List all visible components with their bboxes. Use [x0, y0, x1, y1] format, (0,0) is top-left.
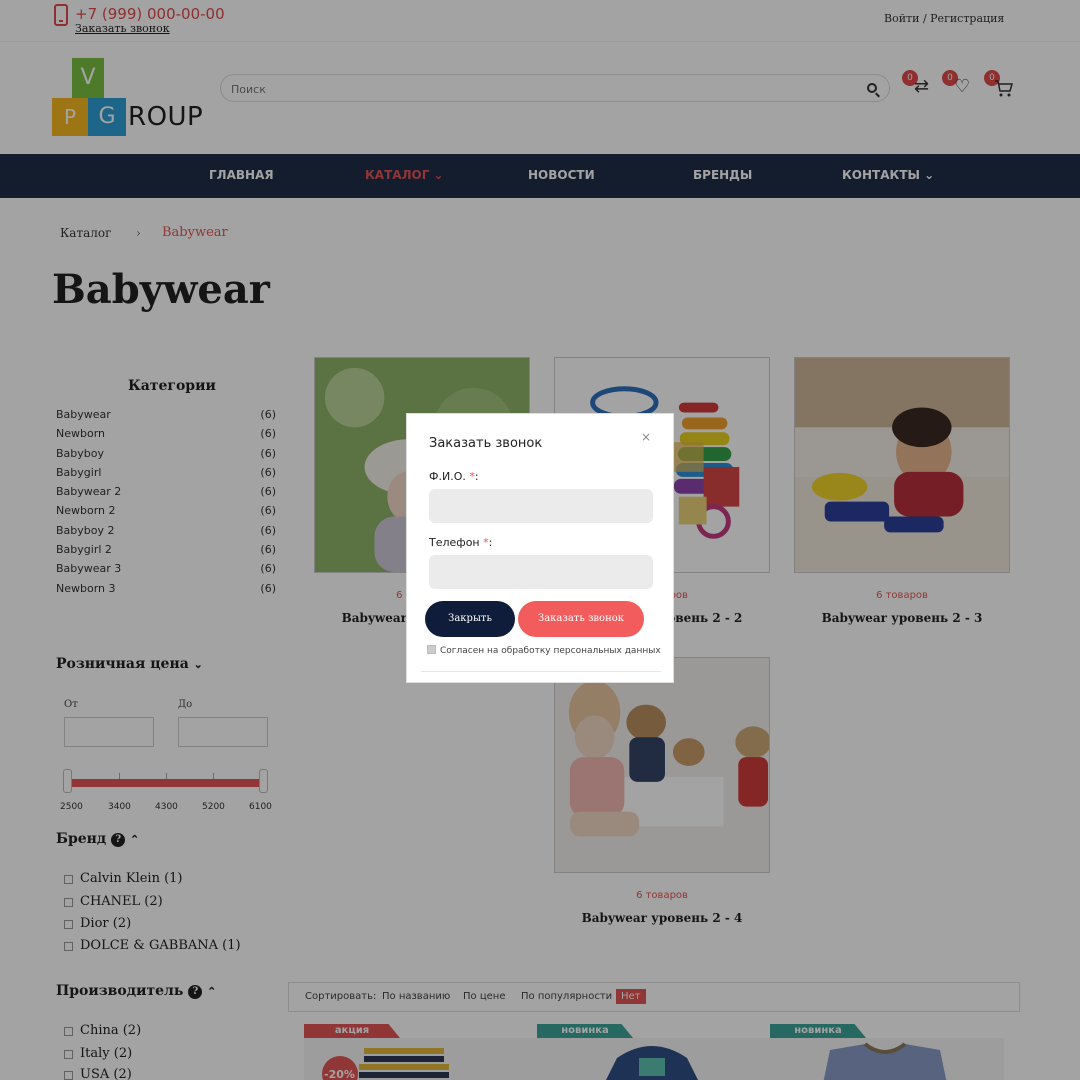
name-field-label: Ф.И.О. *:	[429, 470, 479, 483]
phone-input[interactable]	[429, 555, 653, 589]
consent-checkbox[interactable]	[427, 645, 436, 654]
label-colon: :	[474, 470, 479, 483]
close-button[interactable]: Закрыть	[425, 601, 515, 637]
name-input[interactable]	[429, 489, 653, 523]
close-icon[interactable]: ×	[641, 430, 651, 444]
name-label-text: Ф.И.О.	[429, 470, 466, 483]
modal-title: Заказать звонок	[429, 436, 543, 451]
phone-field-label: Телефон *:	[429, 536, 492, 549]
phone-label-text: Телефон	[429, 536, 480, 549]
label-colon: :	[488, 536, 493, 549]
consent-row[interactable]: Согласен на обработку персональных данны…	[427, 645, 661, 656]
callback-modal: Заказать звонок × Ф.И.О. *: Телефон *: З…	[406, 413, 674, 683]
divider	[421, 671, 661, 672]
order-callback-button[interactable]: Заказать звонок	[518, 601, 644, 637]
consent-label: Согласен на обработку персональных данны…	[440, 646, 661, 656]
